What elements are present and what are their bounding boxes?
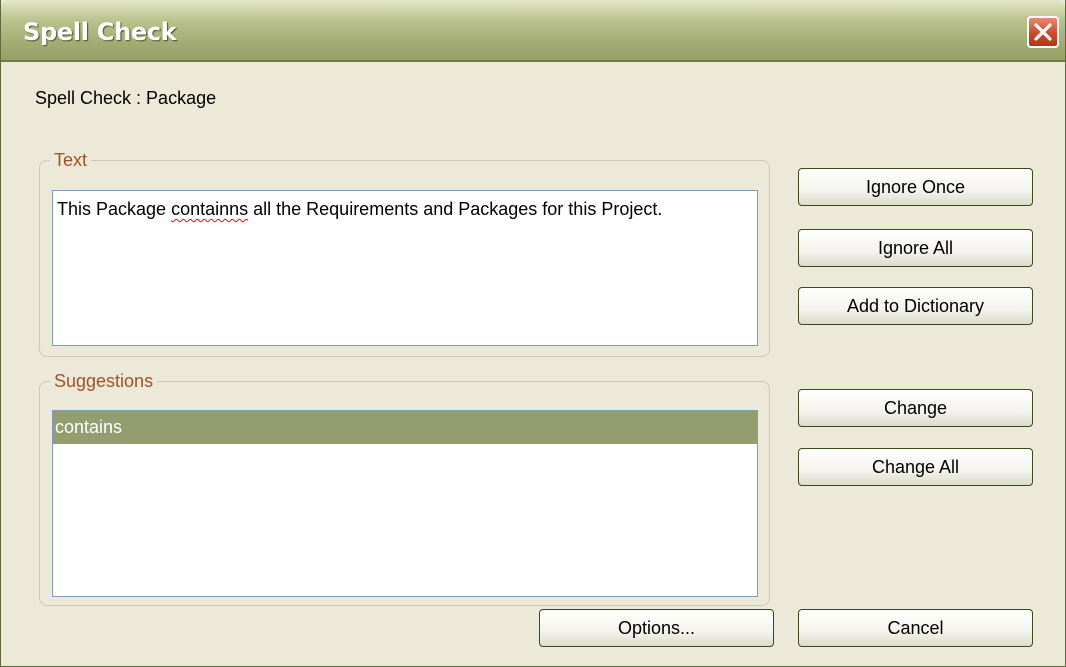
dialog-subtitle: Spell Check : Package [35, 88, 217, 108]
text-area[interactable]: This Package containns all the Requireme… [52, 190, 758, 346]
close-button[interactable] [1027, 16, 1059, 48]
text-before: This Package [57, 199, 172, 219]
add-to-dictionary-button[interactable]: Add to Dictionary [798, 287, 1033, 325]
suggestion-item-selected[interactable]: contains [53, 411, 757, 444]
options-button[interactable]: Options... [539, 609, 774, 647]
change-button[interactable]: Change [798, 389, 1033, 427]
spell-check-dialog: Spell Check Spell Check : Package Text T… [0, 0, 1066, 667]
suggestions-list[interactable]: contains [52, 410, 758, 597]
change-all-button[interactable]: Change All [798, 448, 1033, 486]
title-bar[interactable]: Spell Check [1, 0, 1065, 62]
suggestions-group-legend: Suggestions [54, 371, 154, 391]
misspelled-word: containns [171, 199, 249, 219]
close-icon [1034, 23, 1052, 41]
ignore-once-button[interactable]: Ignore Once [798, 168, 1033, 206]
window-title: Spell Check [23, 18, 177, 46]
text-group-legend: Text [54, 150, 88, 170]
cancel-button[interactable]: Cancel [798, 609, 1033, 647]
ignore-all-button[interactable]: Ignore All [798, 229, 1033, 267]
text-after: all the Requirements and Packages for th… [248, 199, 663, 219]
